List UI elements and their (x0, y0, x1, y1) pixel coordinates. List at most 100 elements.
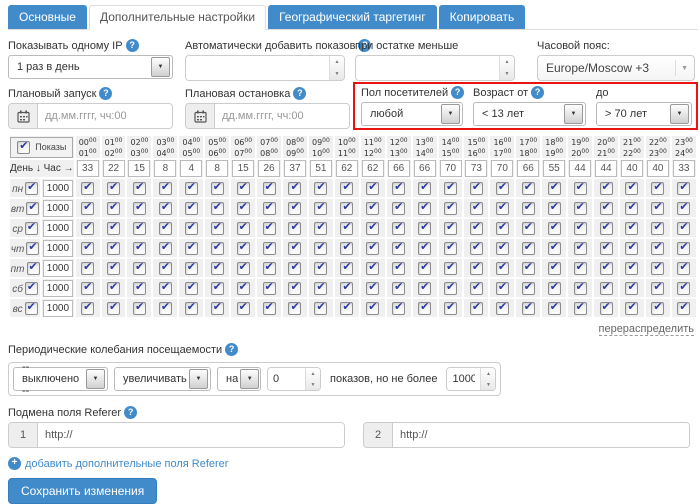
fluctuation-direction-select[interactable]: увеличивать ▼ (114, 367, 211, 391)
tab-additional-settings[interactable]: Дополнительные настройки (88, 5, 267, 30)
hour-checkbox[interactable] (236, 200, 250, 216)
hour-checkbox[interactable] (392, 260, 406, 276)
hour-checkbox[interactable] (184, 300, 198, 316)
hour-checkbox[interactable] (184, 220, 198, 236)
hour-checkbox[interactable] (81, 280, 95, 296)
hour-checkbox[interactable] (651, 180, 665, 196)
hour-checkbox[interactable] (573, 300, 587, 316)
hour-checkbox[interactable] (521, 300, 535, 316)
hour-checkbox[interactable] (677, 220, 691, 236)
hour-checkbox[interactable] (288, 240, 302, 256)
hour-checkbox[interactable] (573, 220, 587, 236)
fluctuation-unit-select[interactable]: на ▼ (217, 367, 261, 391)
hour-checkbox[interactable] (547, 180, 561, 196)
hour-checkbox[interactable] (625, 300, 639, 316)
show-one-ip-select[interactable]: 1 раз в день ▼ (8, 55, 173, 79)
hour-checkbox[interactable] (262, 220, 276, 236)
hour-value-input[interactable] (335, 160, 358, 177)
hour-checkbox[interactable] (677, 180, 691, 196)
help-icon[interactable]: ? (293, 87, 307, 100)
hour-checkbox[interactable] (418, 180, 432, 196)
hour-checkbox[interactable] (366, 180, 380, 196)
calendar-icon[interactable] (9, 104, 38, 128)
hour-checkbox[interactable] (677, 280, 691, 296)
balance-less-input[interactable] (356, 56, 499, 80)
hour-checkbox[interactable] (599, 260, 613, 276)
fluctuation-amount-input[interactable] (268, 368, 305, 390)
hour-checkbox[interactable] (418, 200, 432, 216)
hour-checkbox[interactable] (521, 220, 535, 236)
hour-value-input[interactable] (543, 160, 566, 177)
help-icon[interactable]: ? (531, 86, 545, 99)
hour-checkbox[interactable] (651, 260, 665, 276)
hour-checkbox[interactable] (495, 220, 509, 236)
hour-value-input[interactable] (387, 160, 410, 177)
hour-checkbox[interactable] (366, 260, 380, 276)
day-checkbox[interactable] (26, 240, 40, 256)
hour-checkbox[interactable] (340, 240, 354, 256)
hour-checkbox[interactable] (314, 260, 328, 276)
hour-checkbox[interactable] (625, 220, 639, 236)
help-icon[interactable]: ? (451, 86, 465, 99)
hour-checkbox[interactable] (81, 260, 95, 276)
hour-checkbox[interactable] (288, 200, 302, 216)
hour-value-input[interactable] (154, 160, 177, 177)
hour-checkbox[interactable] (236, 220, 250, 236)
hour-checkbox[interactable] (210, 200, 224, 216)
help-icon[interactable]: ? (99, 87, 113, 100)
hour-checkbox[interactable] (547, 260, 561, 276)
hour-checkbox[interactable] (392, 200, 406, 216)
hour-checkbox[interactable] (158, 300, 172, 316)
save-button[interactable]: Сохранить изменения (8, 478, 158, 504)
hour-checkbox[interactable] (651, 300, 665, 316)
hour-checkbox[interactable] (599, 300, 613, 316)
hour-checkbox[interactable] (547, 240, 561, 256)
hour-checkbox[interactable] (236, 260, 250, 276)
hour-checkbox[interactable] (469, 200, 483, 216)
hour-checkbox[interactable] (184, 180, 198, 196)
shows-master-checkbox[interactable] (17, 139, 31, 154)
hour-value-input[interactable] (439, 160, 462, 177)
hour-checkbox[interactable] (288, 300, 302, 316)
hour-checkbox[interactable] (392, 180, 406, 196)
hour-value-input[interactable] (309, 160, 332, 177)
hour-checkbox[interactable] (158, 200, 172, 216)
hour-checkbox[interactable] (547, 220, 561, 236)
hour-checkbox[interactable] (625, 280, 639, 296)
hour-value-input[interactable] (232, 160, 255, 177)
hour-checkbox[interactable] (340, 180, 354, 196)
hour-checkbox[interactable] (677, 240, 691, 256)
hour-checkbox[interactable] (210, 220, 224, 236)
hour-checkbox[interactable] (366, 200, 380, 216)
hour-checkbox[interactable] (599, 220, 613, 236)
hour-checkbox[interactable] (340, 300, 354, 316)
spinner-arrows-icon[interactable]: ▲ ▼ (305, 368, 320, 390)
hour-value-input[interactable] (102, 160, 125, 177)
hour-checkbox[interactable] (107, 220, 121, 236)
day-checkbox[interactable] (26, 200, 40, 216)
hour-checkbox[interactable] (158, 280, 172, 296)
hour-checkbox[interactable] (444, 180, 457, 196)
hour-value-input[interactable] (76, 160, 99, 177)
help-icon[interactable]: ? (225, 343, 239, 356)
age-from-select[interactable]: < 13 лет ▼ (473, 102, 586, 126)
hour-value-input[interactable] (361, 160, 384, 177)
fluctuation-max-input[interactable] (447, 368, 481, 390)
hour-checkbox[interactable] (132, 260, 146, 276)
hour-checkbox[interactable] (677, 260, 691, 276)
hour-checkbox[interactable] (573, 260, 587, 276)
referer-input-1[interactable] (38, 423, 344, 447)
hour-checkbox[interactable] (314, 300, 328, 316)
hour-checkbox[interactable] (444, 240, 457, 256)
hour-value-input[interactable] (646, 160, 669, 177)
hour-checkbox[interactable] (418, 220, 432, 236)
hour-checkbox[interactable] (547, 280, 561, 296)
hour-checkbox[interactable] (495, 300, 509, 316)
hour-checkbox[interactable] (340, 220, 354, 236)
hour-checkbox[interactable] (107, 200, 121, 216)
hour-checkbox[interactable] (236, 280, 250, 296)
day-checkbox[interactable] (24, 280, 38, 296)
hour-value-input[interactable] (672, 160, 695, 177)
day-limit-input[interactable] (42, 259, 73, 277)
day-limit-input[interactable] (42, 219, 73, 237)
